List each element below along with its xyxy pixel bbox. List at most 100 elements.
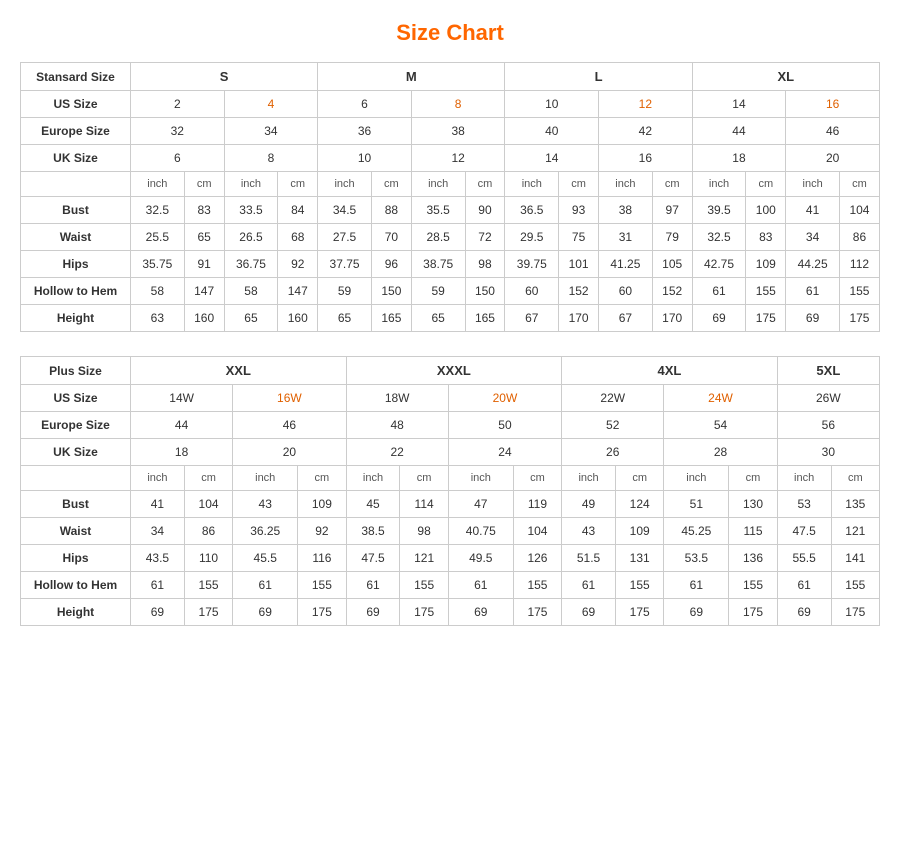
measurement-value: 37.75 (318, 251, 372, 278)
measurement-label: Bust (21, 197, 131, 224)
plus-unit-cell: inch (777, 466, 831, 491)
europe-size-value: 34 (224, 118, 318, 145)
plus-unit-cell: cm (184, 466, 232, 491)
plus-measurement-value: 45 (346, 491, 400, 518)
us-size-value: 4 (224, 91, 318, 118)
measurement-value: 61 (692, 278, 746, 305)
measurement-value: 69 (692, 305, 746, 332)
plus-measurement-value: 61 (346, 572, 400, 599)
plus-measurement-value: 121 (400, 545, 448, 572)
group-5xl: 5XL (777, 357, 879, 385)
measurement-value: 33.5 (224, 197, 278, 224)
uk-size-value: 14 (505, 145, 599, 172)
plus-unit-cell: inch (346, 466, 400, 491)
plus-uk-size-value: 24 (448, 439, 561, 466)
plus-measurement-value: 61 (562, 572, 616, 599)
measurement-value: 28.5 (411, 224, 465, 251)
measurement-value: 32.5 (131, 197, 185, 224)
plus-europe-size-value: 56 (777, 412, 879, 439)
measurement-value: 35.5 (411, 197, 465, 224)
measurement-value: 58 (131, 278, 185, 305)
measurement-value: 90 (465, 197, 505, 224)
plus-measurement-value: 43.5 (131, 545, 185, 572)
plus-measurement-value: 49 (562, 491, 616, 518)
us-size-value: 14 (692, 91, 786, 118)
plus-measurement-value: 61 (233, 572, 298, 599)
measurement-value: 150 (465, 278, 505, 305)
measurement-value: 61 (786, 278, 840, 305)
measurement-value: 155 (839, 278, 879, 305)
plus-us-size-value: 14W (131, 385, 233, 412)
measurement-value: 170 (559, 305, 599, 332)
measurement-value: 72 (465, 224, 505, 251)
measurement-value: 152 (652, 278, 692, 305)
plus-measurement-value: 69 (131, 599, 185, 626)
uk-size-value: 20 (786, 145, 880, 172)
measurement-value: 60 (505, 278, 559, 305)
measurement-label: Hollow to Hem (21, 278, 131, 305)
plus-measurement-label: Bust (21, 491, 131, 518)
plus-measurement-value: 41 (131, 491, 185, 518)
measurement-value: 165 (371, 305, 411, 332)
europe-size-value: 46 (786, 118, 880, 145)
plus-measurement-value: 34 (131, 518, 185, 545)
plus-measurement-value: 69 (448, 599, 513, 626)
plus-measurement-value: 175 (400, 599, 448, 626)
plus-unit-cell: cm (831, 466, 879, 491)
plus-measurement-value: 69 (233, 599, 298, 626)
plus-unit-cell: inch (233, 466, 298, 491)
plus-measurement-value: 45.5 (233, 545, 298, 572)
us-size-value: 12 (599, 91, 693, 118)
plus-uk-size-value: 18 (131, 439, 233, 466)
measurement-value: 63 (131, 305, 185, 332)
plus-size-table: Plus Size XXL XXXL 4XL 5XL US Size14W16W… (20, 356, 880, 626)
plus-measurement-value: 175 (729, 599, 777, 626)
measurement-value: 68 (278, 224, 318, 251)
europe-size-value: 42 (599, 118, 693, 145)
plus-measurement-value: 155 (616, 572, 664, 599)
measurement-value: 96 (371, 251, 411, 278)
plus-measurement-value: 175 (298, 599, 346, 626)
plus-us-size-label: US Size (21, 385, 131, 412)
plus-measurement-value: 61 (131, 572, 185, 599)
measurement-value: 93 (559, 197, 599, 224)
us-size-value: 8 (411, 91, 505, 118)
measurement-value: 44.25 (786, 251, 840, 278)
unit-cell: cm (839, 172, 879, 197)
us-size-value: 6 (318, 91, 412, 118)
measurement-value: 58 (224, 278, 278, 305)
plus-us-size-value: 26W (777, 385, 879, 412)
measurement-value: 86 (839, 224, 879, 251)
unit-cell: inch (505, 172, 559, 197)
plus-measurement-value: 136 (729, 545, 777, 572)
plus-measurement-value: 175 (616, 599, 664, 626)
measurement-value: 36.5 (505, 197, 559, 224)
measurement-value: 65 (224, 305, 278, 332)
plus-measurement-value: 141 (831, 545, 879, 572)
plus-us-size-value: 20W (448, 385, 561, 412)
plus-measurement-value: 55.5 (777, 545, 831, 572)
measurement-value: 109 (746, 251, 786, 278)
measurement-value: 39.75 (505, 251, 559, 278)
plus-unit-cell: cm (298, 466, 346, 491)
plus-measurement-value: 47.5 (346, 545, 400, 572)
measurement-value: 67 (505, 305, 559, 332)
measurement-value: 32.5 (692, 224, 746, 251)
measurement-value: 88 (371, 197, 411, 224)
uk-size-value: 6 (131, 145, 225, 172)
plus-measurement-value: 124 (616, 491, 664, 518)
plus-measurement-value: 69 (664, 599, 729, 626)
unit-cell: inch (411, 172, 465, 197)
measurement-value: 60 (599, 278, 653, 305)
group-4xl: 4XL (562, 357, 778, 385)
unit-cell: inch (131, 172, 185, 197)
plus-measurement-value: 45.25 (664, 518, 729, 545)
measurement-value: 59 (411, 278, 465, 305)
measurement-value: 34 (786, 224, 840, 251)
plus-europe-size-label: Europe Size (21, 412, 131, 439)
measurement-value: 39.5 (692, 197, 746, 224)
plus-measurement-value: 61 (448, 572, 513, 599)
measurement-label: Height (21, 305, 131, 332)
standard-size-table: Stansard Size S M L XL US Size2468101214… (20, 62, 880, 332)
plus-measurement-value: 69 (346, 599, 400, 626)
